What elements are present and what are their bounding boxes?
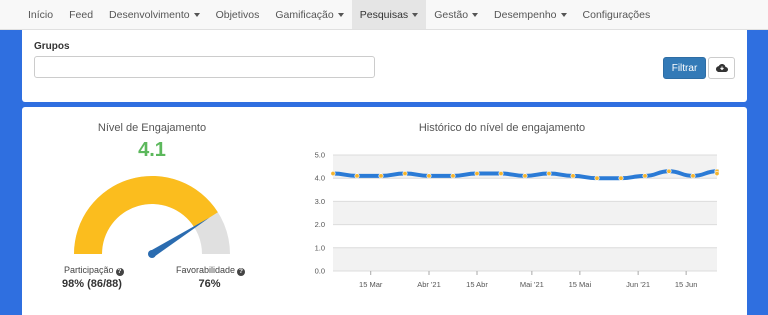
data-point xyxy=(402,171,408,177)
favorability-value: 76% xyxy=(198,278,221,290)
data-point xyxy=(498,171,504,177)
plot-band xyxy=(333,224,717,248)
x-tick-label: 15 Jun xyxy=(675,280,698,289)
data-point xyxy=(426,173,432,179)
y-tick-label: 0.0 xyxy=(315,267,325,276)
caret-down-icon xyxy=(560,12,567,17)
data-point xyxy=(450,173,456,179)
y-tick-label: 2.0 xyxy=(315,220,325,229)
grupos-label: Grupos xyxy=(34,41,70,52)
nav-item-label: Gestão xyxy=(434,8,469,21)
y-tick-label: 5.0 xyxy=(315,151,325,160)
y-tick-label: 4.0 xyxy=(315,174,325,183)
data-point xyxy=(642,173,648,179)
gauge-title: Nível de Engajamento xyxy=(97,122,207,134)
participation-label: Participação? xyxy=(64,265,124,276)
engagement-history-chart: 0.0 1.0 2.0 3.0 4.0 5.0 15 Mar Abr '21 15 Abr Mai… xyxy=(315,151,720,289)
x-tick-label: Mai '21 xyxy=(520,280,544,289)
x-tick-label: 15 Abr xyxy=(466,280,488,289)
data-point xyxy=(618,175,624,181)
x-tick-label: Jun '21 xyxy=(626,280,650,289)
caret-down-icon xyxy=(337,12,344,17)
nav-item-label: Início xyxy=(28,8,54,21)
data-point xyxy=(354,173,360,179)
x-tick-label: 15 Mar xyxy=(359,280,383,289)
data-point xyxy=(714,171,720,177)
gauge-fill xyxy=(74,176,218,254)
nav-item-gestao[interactable]: Gestão xyxy=(426,0,486,29)
chart-title: Histórico do nível de engajamento xyxy=(418,122,586,134)
filter-button[interactable]: Filtrar xyxy=(663,57,706,79)
nav-item-label: Desenvolvimento xyxy=(109,8,190,21)
nav-item-label: Configurações xyxy=(582,8,651,21)
nav-item-pesquisas[interactable]: Pesquisas xyxy=(351,0,427,29)
nav-item-configuracoes[interactable]: Configurações xyxy=(575,0,659,29)
engagement-panel: Nível de Engajamento 4.1 Participação? 9… xyxy=(22,107,747,315)
grupos-input[interactable] xyxy=(34,56,375,78)
gauge-needle-pivot xyxy=(148,250,156,258)
data-point xyxy=(546,171,552,177)
plot-band xyxy=(333,247,717,271)
y-tick-label: 1.0 xyxy=(315,243,325,252)
nav-item-label: Feed xyxy=(69,8,94,21)
data-point xyxy=(570,173,576,179)
data-point xyxy=(330,171,336,177)
nav-item-label: Pesquisas xyxy=(359,8,409,21)
x-tick-label: 15 Mai xyxy=(569,280,592,289)
plot-band xyxy=(333,178,717,202)
caret-down-icon xyxy=(412,12,419,17)
caret-down-icon xyxy=(472,12,479,17)
data-point xyxy=(594,175,600,181)
favorability-label: Favorabilidade? xyxy=(176,265,246,276)
data-point xyxy=(474,171,480,177)
nav-item-objetivos[interactable]: Objetivos xyxy=(208,0,268,29)
download-button[interactable] xyxy=(708,57,735,79)
nav-item-label: Objetivos xyxy=(215,8,260,21)
x-tick-label: Abr '21 xyxy=(417,280,441,289)
filter-panel: Grupos Filtrar xyxy=(22,30,747,102)
data-point xyxy=(378,173,384,179)
engagement-value: 4.1 xyxy=(138,139,166,161)
y-tick-label: 3.0 xyxy=(315,197,325,206)
nav-item-desenvolvimento[interactable]: Desenvolvimento xyxy=(101,0,208,29)
top-navbar: Início Feed Desenvolvimento Objetivos Gamifi… xyxy=(0,0,768,30)
nav-item-label: Desempenho xyxy=(494,8,557,21)
nav-item-inicio[interactable]: Início xyxy=(20,0,61,29)
nav-item-label: Gamificação xyxy=(275,8,334,21)
data-point xyxy=(690,173,696,179)
cloud-download-icon xyxy=(715,64,728,72)
nav-item-gamificacao[interactable]: Gamificação xyxy=(267,0,351,29)
help-icon[interactable]: ? xyxy=(115,268,124,276)
data-point xyxy=(666,168,672,174)
plot-band xyxy=(333,201,717,225)
nav-item-desempenho[interactable]: Desempenho xyxy=(486,0,574,29)
caret-down-icon xyxy=(193,12,200,17)
nav-item-feed[interactable]: Feed xyxy=(61,0,101,29)
engagement-gauge xyxy=(74,176,230,258)
participation-value: 98% (86/88) xyxy=(62,278,122,290)
help-icon[interactable]: ? xyxy=(237,268,246,276)
data-point xyxy=(522,173,528,179)
